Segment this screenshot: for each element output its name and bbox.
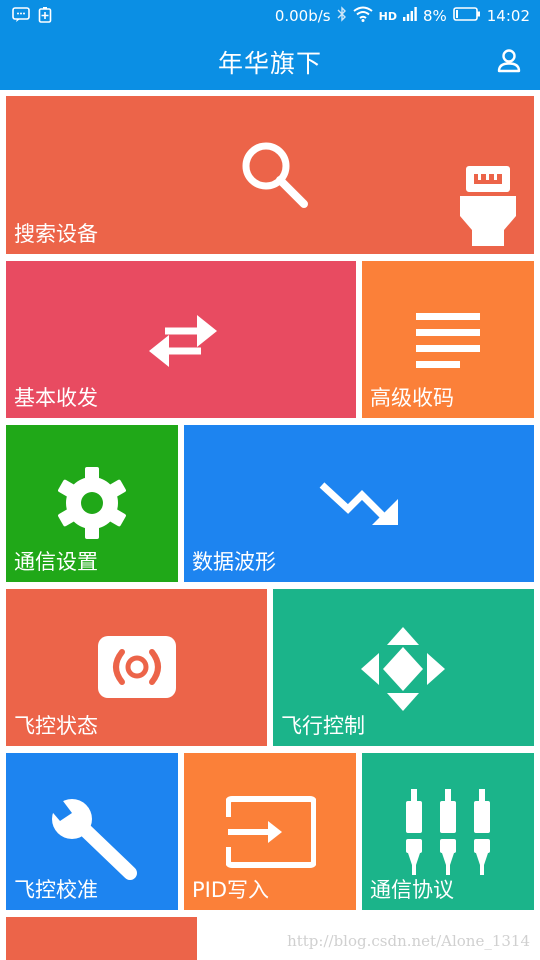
input-icon <box>226 796 316 868</box>
tile-flight-calibration[interactable]: 飞控校准 <box>6 753 178 910</box>
usb-connector-icon <box>460 166 516 246</box>
battery-percent: 8% <box>422 7 447 25</box>
tile-label: 搜索设备 <box>14 222 98 246</box>
network-speed: 0.00b/s <box>274 7 331 25</box>
search-icon <box>242 142 308 208</box>
lines-icon <box>416 313 480 368</box>
app-bar: 年华旗下 <box>0 32 540 90</box>
signal-strength-icon <box>402 7 417 25</box>
user-icon <box>497 49 521 73</box>
bluetooth-icon <box>337 6 347 26</box>
tile-label: 基本收发 <box>14 386 98 410</box>
tile-flight-control-status[interactable]: 飞控状态 <box>6 589 267 746</box>
tile-flight-control[interactable]: 飞行控制 <box>273 589 534 746</box>
status-bar: 0.00b/s HD 8% 14:02 <box>0 0 540 32</box>
tile-communication-settings[interactable]: 通信设置 <box>6 425 178 582</box>
gear-icon <box>58 467 126 539</box>
signal-icon <box>98 636 176 698</box>
tile-label: 通信设置 <box>14 550 98 574</box>
move-arrows-icon <box>361 627 445 711</box>
user-button[interactable] <box>494 46 524 76</box>
swap-arrows-icon <box>149 315 217 367</box>
tile-label: 高级收码 <box>370 386 454 410</box>
battery-icon <box>452 7 481 25</box>
tile-advanced-receive[interactable]: 高级收码 <box>362 261 534 418</box>
trend-down-icon <box>319 482 398 525</box>
tile-data-waveform[interactable]: 数据波形 <box>184 425 534 582</box>
tile-label: PID写入 <box>192 878 270 902</box>
tile-basic-transceive[interactable]: 基本收发 <box>6 261 356 418</box>
tile-label: 数据波形 <box>192 550 276 574</box>
tile-search-device[interactable]: 搜索设备 <box>6 96 534 254</box>
tile-communication-protocol[interactable]: 通信协议 <box>362 753 534 910</box>
battery-saver-icon <box>38 7 52 27</box>
tile-partial[interactable] <box>6 917 197 960</box>
wrench-icon <box>48 797 137 880</box>
page-title: 年华旗下 <box>217 49 322 78</box>
tile-label: 飞行控制 <box>281 714 365 738</box>
tile-pid-write[interactable]: PID写入 <box>184 753 356 910</box>
tile-label: 飞控校准 <box>14 878 98 902</box>
network-type: HD <box>378 9 397 23</box>
clock: 14:02 <box>486 7 530 25</box>
watermark: http://blog.csdn.net/Alone_1314 <box>287 932 530 950</box>
tile-label: 通信协议 <box>370 878 454 902</box>
tile-label: 飞控状态 <box>14 714 98 738</box>
plugs-icon <box>406 789 490 875</box>
message-icon <box>12 7 30 27</box>
wifi-icon <box>353 6 373 26</box>
